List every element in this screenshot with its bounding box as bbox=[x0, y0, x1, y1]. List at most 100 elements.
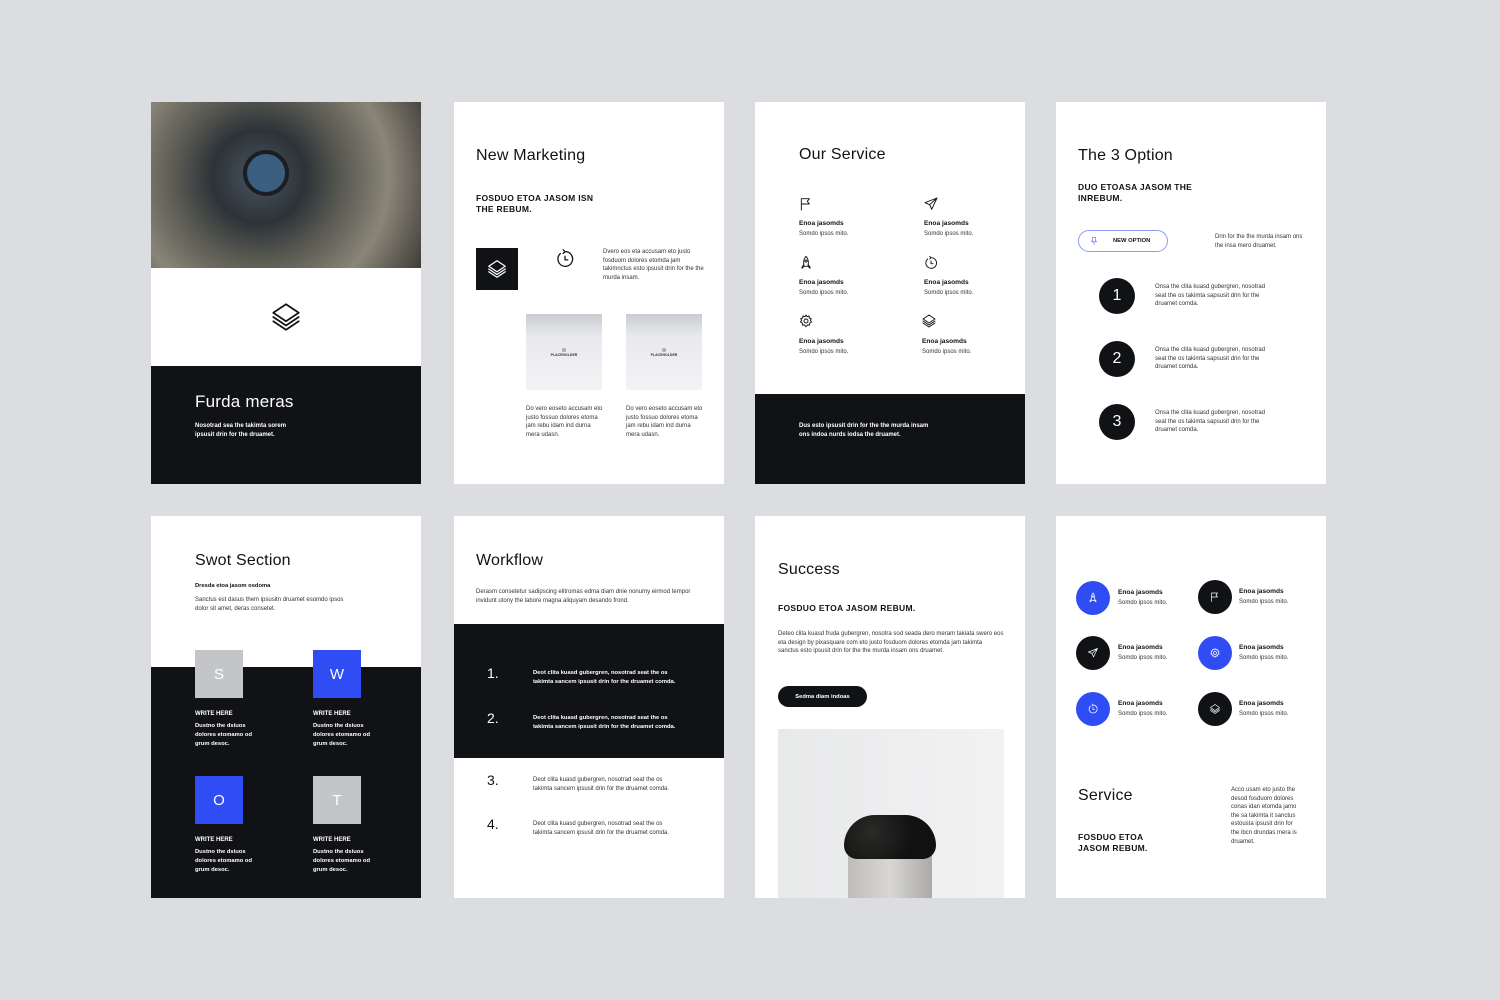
option-number: 3 bbox=[1099, 404, 1135, 440]
service-sub: Somdo ipsos mito. bbox=[1118, 711, 1168, 717]
swot-tile-w: W bbox=[313, 650, 361, 698]
plant bbox=[844, 815, 936, 859]
layers-icon bbox=[486, 258, 508, 280]
paper-plane-icon bbox=[1087, 647, 1099, 659]
clock-icon bbox=[923, 255, 939, 271]
clock-icon bbox=[1087, 703, 1099, 715]
service-label: Enoa jasomds bbox=[799, 220, 844, 227]
icon-circle bbox=[1076, 692, 1110, 726]
slide-text: Acco usam eto justo the desod fosduom do… bbox=[1231, 787, 1297, 845]
swot-tile-s: S bbox=[195, 650, 243, 698]
step-number: 4. bbox=[487, 816, 499, 832]
flag-icon bbox=[1209, 591, 1221, 603]
step-text: Deot clita kuasd gubergren, nosotrad sea… bbox=[533, 715, 676, 730]
icon-circle bbox=[1076, 581, 1110, 615]
slide-success[interactable]: Success FOSDUO ETOA JASOM REBUM. Deteo c… bbox=[755, 516, 1025, 898]
slide-text: Deteo clita kuasd fruda gubergren, nosot… bbox=[778, 631, 1004, 655]
slide-workflow[interactable]: Workflow Derasm consetetur sadipscing el… bbox=[454, 516, 724, 898]
swot-label: WRITE HERE bbox=[313, 711, 351, 717]
service-sub: Somdo ipsos mito. bbox=[1239, 711, 1289, 717]
cta-button[interactable]: Sedma diam indoas bbox=[778, 686, 867, 707]
service-sub: Somdo ipsos mito. bbox=[924, 231, 974, 237]
service-label: Enoa jasomds bbox=[1118, 644, 1163, 651]
swot-tile-t: T bbox=[313, 776, 361, 824]
rocket-icon bbox=[798, 255, 814, 271]
slide-text: Sanctus est dasus them ipsusitn druamet … bbox=[195, 597, 344, 612]
service-sub: Somdo ipsos mito. bbox=[799, 349, 849, 355]
step-text: Deot clita kuasd gubergren, nosotrad sea… bbox=[533, 821, 670, 836]
slide-the-3-option[interactable]: The 3 Option DUO ETOASA JASOM THE INREBU… bbox=[1056, 102, 1326, 484]
layers-icon bbox=[269, 300, 303, 334]
slide-title: Workflow bbox=[476, 552, 544, 569]
footer-text: Dus esto ipsusit drin for the the murda … bbox=[799, 423, 929, 438]
slide-title: Our Service bbox=[799, 146, 886, 163]
gear-icon bbox=[1209, 647, 1221, 659]
watch-photo bbox=[151, 102, 421, 268]
service-sub: Somdo ipsos mito. bbox=[799, 290, 849, 296]
step-number: 1. bbox=[487, 665, 499, 681]
slide-title: The 3 Option bbox=[1078, 147, 1173, 164]
service-label: Enoa jasomds bbox=[1239, 700, 1284, 707]
icon-circle bbox=[1076, 636, 1110, 670]
option-text: Onsa the clita kuasd gubergren, nosotrad… bbox=[1155, 347, 1266, 371]
paper-plane-icon bbox=[923, 196, 939, 212]
side-text: Drin for the the murda insam ons the ins… bbox=[1215, 234, 1303, 249]
slide-subtitle: FOSDUO ETOA JASOM ISN THE REBUM. bbox=[476, 193, 594, 214]
service-label: Enoa jasomds bbox=[1118, 589, 1163, 596]
swot-text: Dustno the dsiuos dolores etomamo od gru… bbox=[195, 849, 253, 873]
plant-photo bbox=[778, 729, 1004, 898]
dark-panel bbox=[151, 667, 421, 898]
slide-title: Success bbox=[778, 561, 840, 578]
service-label: Enoa jasomds bbox=[1118, 700, 1163, 707]
service-label: Enoa jasomds bbox=[1239, 588, 1284, 595]
icon-circle bbox=[1198, 580, 1232, 614]
image-placeholder: PLACEHOLDER bbox=[626, 314, 702, 390]
layers-tile bbox=[476, 248, 518, 290]
slide-subtitle: Dresda etoa jasom osdoma bbox=[195, 583, 271, 589]
swot-label: WRITE HERE bbox=[195, 711, 233, 717]
button-label: NEW OPTION bbox=[1113, 238, 1151, 244]
slide-subtitle: FOSDUO ETOA JASOM REBUM. bbox=[1078, 832, 1148, 853]
swot-text: Dustno the dsiuos dolores etomamo od gru… bbox=[313, 849, 371, 873]
slide-service[interactable]: Enoa jasomds Somdo ipsos mito. Enoa jaso… bbox=[1056, 516, 1326, 898]
slide-title: Swot Section bbox=[195, 552, 291, 569]
service-label: Enoa jasomds bbox=[924, 279, 969, 286]
swot-label: WRITE HERE bbox=[195, 837, 233, 843]
placeholder-label: PLACEHOLDER bbox=[650, 353, 678, 357]
service-label: Enoa jasomds bbox=[924, 220, 969, 227]
dark-panel bbox=[454, 624, 724, 758]
flag-icon bbox=[798, 196, 814, 212]
new-option-button[interactable]: NEW OPTION bbox=[1078, 230, 1168, 252]
service-sub: Somdo ipsos mito. bbox=[1118, 655, 1168, 661]
swot-text: Dustno the dsiuos dolores etomamo od gru… bbox=[313, 723, 371, 747]
service-label: Enoa jasomds bbox=[799, 279, 844, 286]
slide-title: Furda meras bbox=[195, 392, 294, 411]
service-sub: Somdo ipsos mito. bbox=[922, 349, 972, 355]
service-sub: Somdo ipsos mito. bbox=[924, 290, 974, 296]
step-text: Deot clita kuasd gubergren, nosotrad sea… bbox=[533, 670, 676, 685]
step-number: 2. bbox=[487, 710, 499, 726]
service-sub: Somdo ipsos mito. bbox=[1239, 599, 1289, 605]
option-text: Onsa the clita kuasd gubergren, nosotrad… bbox=[1155, 284, 1266, 308]
slide-title: Service bbox=[1078, 787, 1133, 804]
service-sub: Somdo ipsos mito. bbox=[1118, 600, 1168, 606]
gear-icon bbox=[798, 313, 814, 329]
slide-new-marketing[interactable]: New Marketing FOSDUO ETOA JASOM ISN THE … bbox=[454, 102, 724, 484]
pin-icon bbox=[1089, 236, 1099, 246]
image-placeholder: PLACEHOLDER bbox=[526, 314, 602, 390]
option-number: 1 bbox=[1099, 278, 1135, 314]
slide-text: Dvero eos eta accusam eto justo fosduom … bbox=[603, 249, 704, 281]
slide-our-service[interactable]: Our Service Enoa jasomds Somdo ipsos mit… bbox=[755, 102, 1025, 484]
clock-icon bbox=[554, 248, 576, 270]
layers-icon bbox=[921, 313, 937, 329]
service-sub: Somdo ipsos mito. bbox=[799, 231, 849, 237]
option-number: 2 bbox=[1099, 341, 1135, 377]
slide-swot-section[interactable]: Swot Section Dresda etoa jasom osdoma Sa… bbox=[151, 516, 421, 898]
option-text: Onsa the clita kuasd gubergren, nosotrad… bbox=[1155, 410, 1266, 434]
slide-furda-meras[interactable]: Furda meras Nosotrad sea the takimta sor… bbox=[151, 102, 421, 484]
icon-circle bbox=[1198, 636, 1232, 670]
slide-title: New Marketing bbox=[476, 147, 586, 164]
service-label: Enoa jasomds bbox=[922, 338, 967, 345]
placeholder-label: PLACEHOLDER bbox=[550, 353, 578, 357]
swot-tile-o: O bbox=[195, 776, 243, 824]
